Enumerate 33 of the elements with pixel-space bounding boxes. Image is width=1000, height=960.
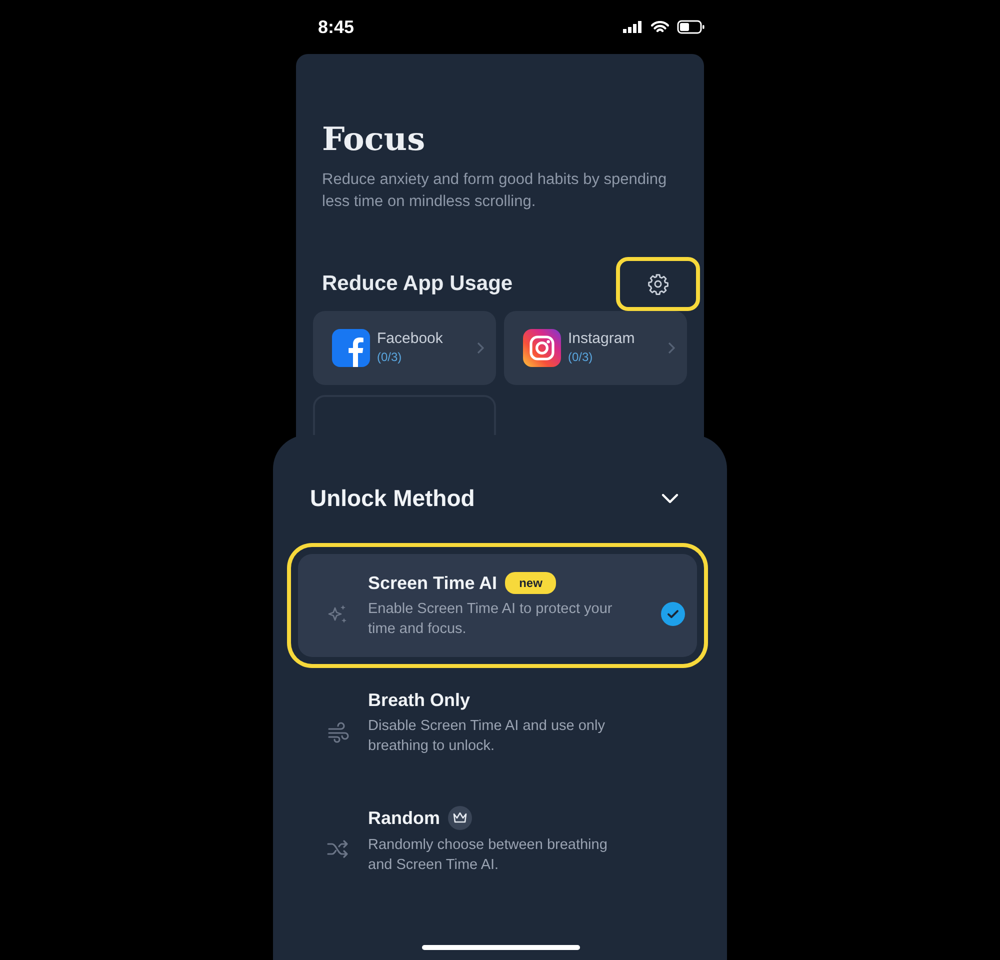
chevron-right-icon: [477, 342, 484, 354]
unlock-option[interactable]: Breath Only Disable Screen Time AI and use only breathing to unlock.: [298, 670, 697, 774]
app-icon: [332, 329, 370, 368]
section-title: Reduce App Usage: [322, 271, 513, 298]
settings-icon: [647, 273, 669, 296]
chevron-down-icon[interactable]: [661, 492, 679, 504]
app-icon: [523, 329, 561, 368]
page-description: Reduce anxiety and form good habits by spending less time on mindless scrolling.: [322, 170, 668, 212]
wifi-icon: [651, 20, 669, 34]
sheet-title: Unlock Method: [310, 484, 475, 513]
option-description: Randomly choose between breathing and Screen Time AI.: [368, 836, 608, 874]
option-title: Random: [368, 806, 440, 828]
app-name: Facebook: [377, 330, 444, 348]
usage-count: (0/3): [568, 349, 594, 366]
check-icon: [661, 602, 685, 626]
signal-icon: [623, 21, 643, 33]
crown-icon: [448, 806, 472, 830]
app-tile[interactable]: Instagram (0/3): [504, 311, 687, 386]
new-badge: new: [505, 572, 556, 594]
usage-count: (0/3): [377, 349, 403, 366]
unlock-option[interactable]: Random Randomly choose between breathing and Screen Time AI.: [298, 788, 697, 892]
wind-icon: [326, 720, 350, 744]
battery-icon: [677, 20, 705, 34]
option-description: Enable Screen Time AI to protect your time and focus.: [368, 600, 614, 638]
option-title: Breath Only: [368, 688, 470, 710]
unlock-option[interactable]: Screen Time AI new Enable Screen Time AI to protect your time and focus.: [298, 554, 697, 656]
option-title: Screen Time AI: [368, 572, 498, 594]
status-time: 8:45: [318, 16, 354, 38]
app-tile[interactable]: Facebook (0/3): [313, 311, 496, 386]
option-description: Disable Screen Time AI and use only breathing to unlock.: [368, 716, 606, 756]
page-title: Focus: [322, 122, 426, 158]
app-name: Instagram: [568, 330, 636, 348]
chevron-right-icon: [668, 342, 675, 354]
